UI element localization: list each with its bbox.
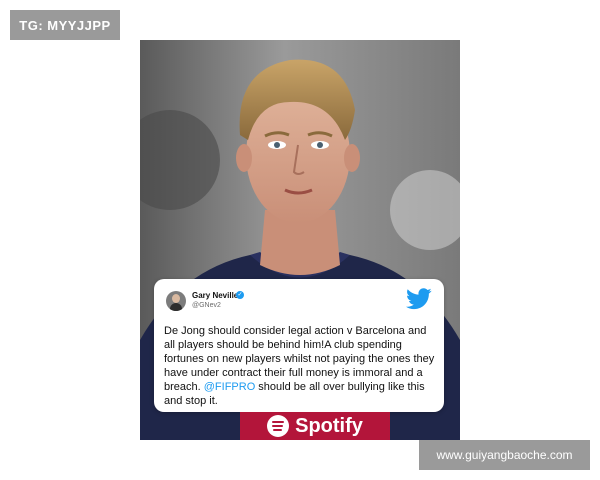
author-handle: @GNev2 [192, 302, 221, 309]
sponsor-name: Spotify [295, 414, 363, 437]
fifpro-mention-link[interactable]: @FIFPRO [204, 381, 256, 393]
spotify-icon [267, 415, 290, 437]
jersey-sponsor-logo: Spotify [240, 412, 390, 440]
site-watermark: www.guiyangbaoche.com [419, 440, 590, 470]
tweet-card: Gary Neville ✓ @GNev2 De Jong should con… [154, 279, 444, 412]
twitter-bird-icon [406, 288, 432, 310]
tweet-text: De Jong should consider legal action v B… [164, 324, 440, 408]
author-avatar [166, 291, 186, 311]
verified-badge-icon: ✓ [236, 291, 244, 299]
author-name: Gary Neville [192, 291, 239, 300]
tg-badge: TG: MYYJJPP [10, 10, 120, 40]
